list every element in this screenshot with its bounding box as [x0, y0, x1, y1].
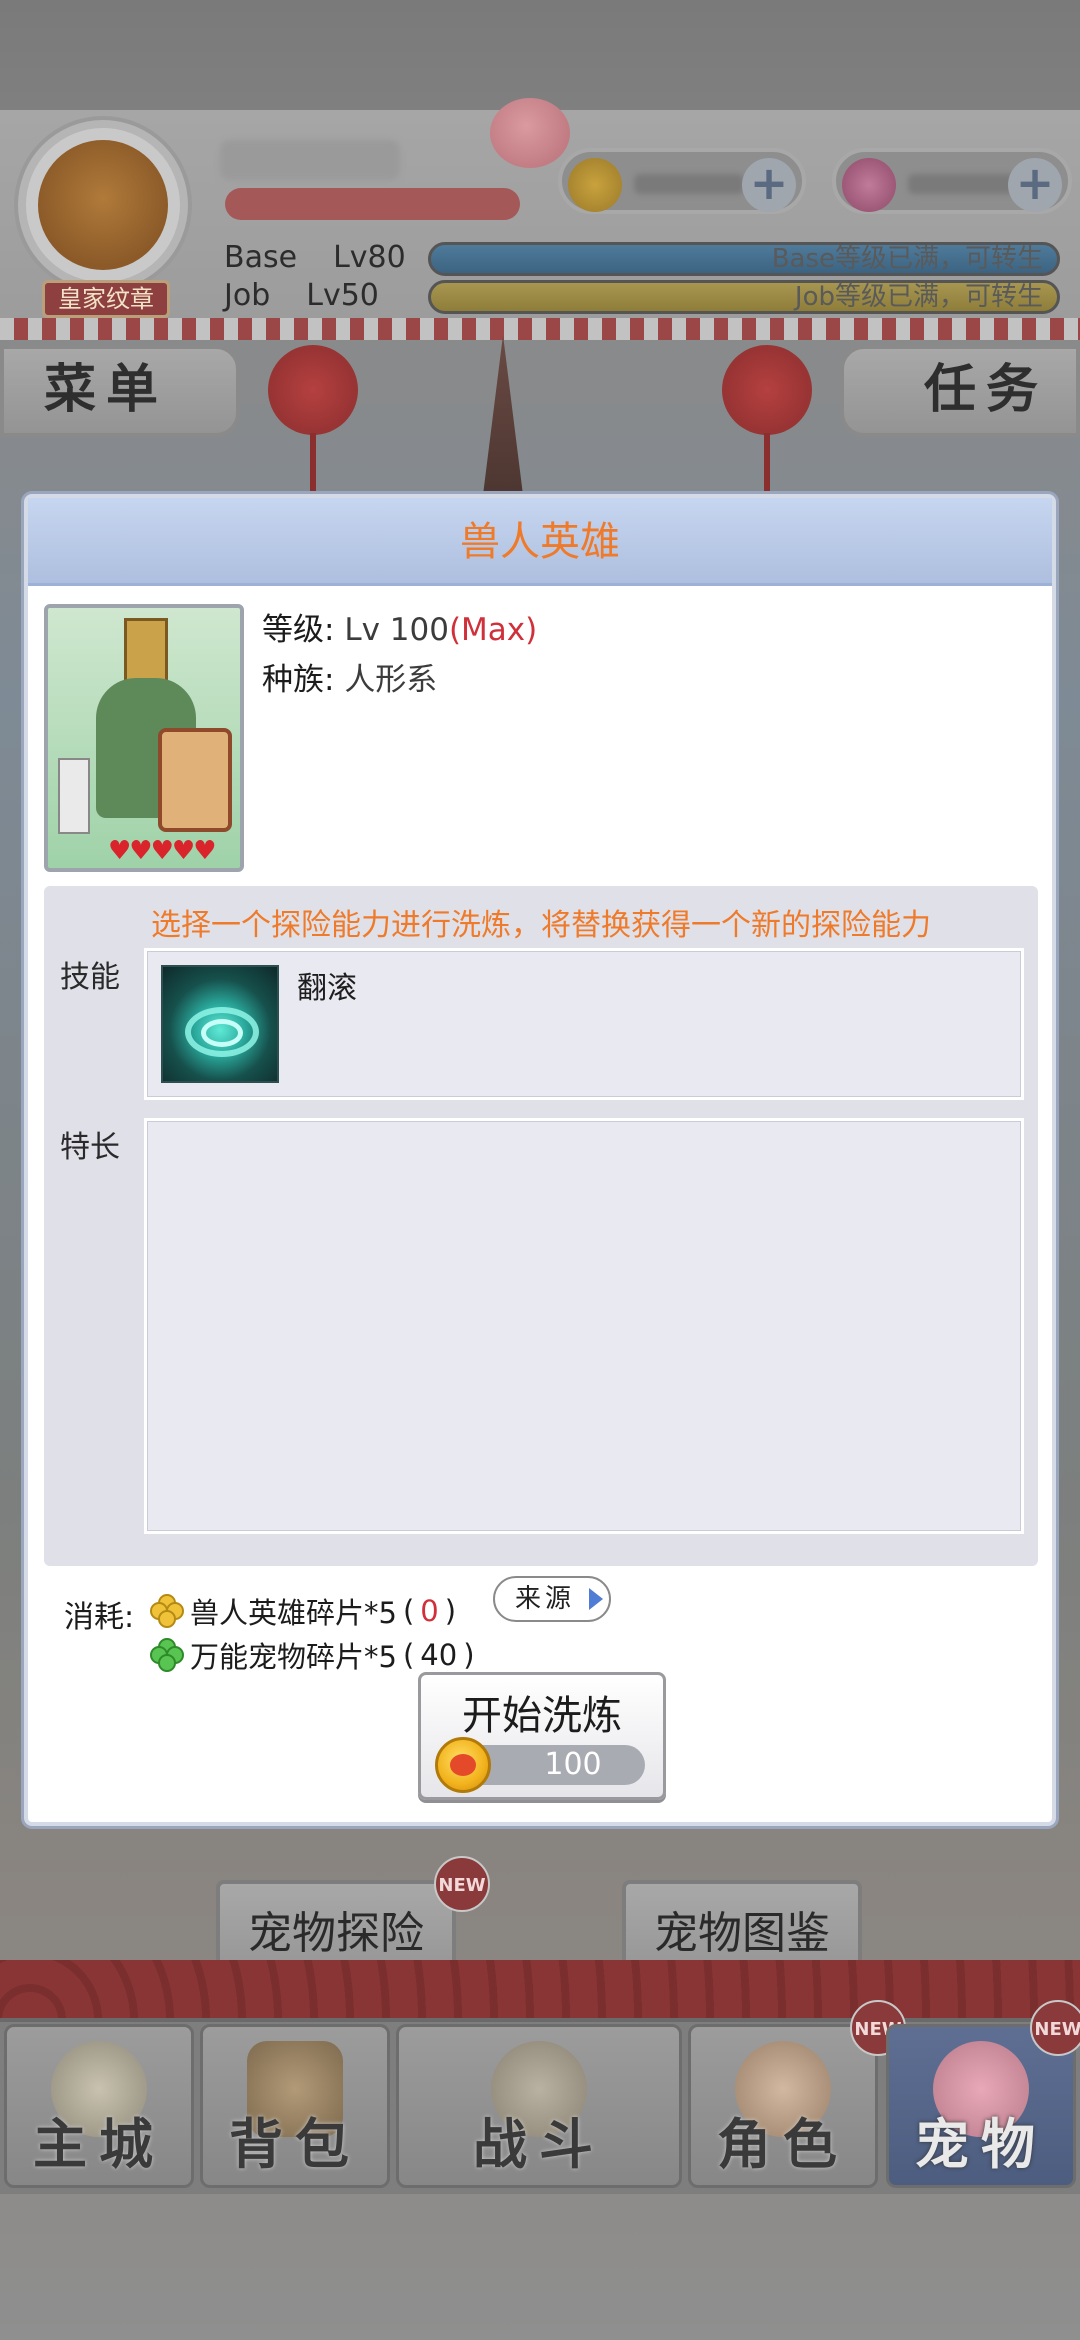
source-button-label: 来源: [515, 1584, 576, 1614]
base-exp-bar: Base等级已满，可转生: [428, 242, 1060, 276]
refine-cost: 100: [544, 1747, 602, 1782]
roll-skill-icon[interactable]: [161, 965, 279, 1083]
avatar: [38, 140, 168, 270]
level-label: 等级:: [262, 612, 335, 648]
base-level-row: Base Lv80: [224, 240, 406, 276]
level-max: (Max): [448, 612, 538, 648]
festive-lace-border: [0, 318, 1080, 340]
specialty-label: 特长: [60, 1130, 120, 1165]
cost-label: 消耗:: [64, 1600, 135, 1635]
skill-name: 翻滚: [297, 971, 357, 1006]
gem-icon: [842, 158, 896, 212]
skill-ring-inner: [201, 1019, 243, 1047]
cost-item-universal-fragment: 万能宠物碎片*5(40): [150, 1634, 475, 1676]
start-refine-button[interactable]: 开始洗炼 100: [418, 1672, 666, 1800]
gem-currency: +: [832, 148, 1072, 214]
nav-label: 宠物: [915, 2113, 1047, 2176]
cost-item-owned: 0: [420, 1594, 439, 1628]
nav-label: 角色: [717, 2113, 849, 2176]
pet-card[interactable]: ♥♥♥♥♥: [44, 604, 244, 872]
pet-head-icon: [490, 98, 570, 168]
base-label: Base: [224, 240, 298, 275]
nav-battle[interactable]: 战斗: [396, 2024, 682, 2188]
job-label: Job: [224, 278, 271, 313]
gem-amount-blurred: [908, 174, 1018, 194]
add-gem-plus-icon[interactable]: +: [1008, 158, 1062, 212]
gold-fragment-icon: [150, 1594, 184, 1628]
cost-item-owned: 40: [420, 1638, 458, 1672]
skill-slot[interactable]: 翻滚: [144, 948, 1024, 1100]
nav-label: 主城: [33, 2113, 165, 2176]
menu-tab[interactable]: 菜单: [0, 345, 240, 437]
job-level: Lv50: [306, 278, 379, 313]
cost-item-name: 万能宠物碎片*5: [190, 1640, 397, 1674]
new-badge: NEW: [1030, 2000, 1080, 2056]
cost-item-orc-fragment: 兽人英雄碎片*5(0): [150, 1590, 456, 1632]
festive-cloud-band: [0, 1960, 1080, 2020]
job-level-row: Job Lv50: [224, 278, 379, 314]
green-fragment-icon: [150, 1638, 184, 1672]
cost-item-name: 兽人英雄碎片*5: [190, 1596, 397, 1630]
source-button[interactable]: 来源: [493, 1576, 611, 1622]
refine-hint: 选择一个探险能力进行洗炼，将替换获得一个新的探险能力: [151, 908, 931, 943]
lantern-icon: [268, 345, 358, 493]
job-exp-bar: Job等级已满，可转生: [428, 280, 1060, 314]
zeny-currency: +: [558, 148, 806, 214]
race-label: 种族:: [262, 662, 335, 698]
refine-panel: 选择一个探险能力进行洗炼，将替换获得一个新的探险能力 技能 翻滚 特长: [44, 886, 1038, 1566]
hearts-icon: ♥♥♥♥♥: [108, 836, 217, 866]
zeny-coin-icon: [568, 158, 622, 212]
level-value: Lv 100: [344, 612, 449, 648]
level-info: 等级: Lv 100(Max): [262, 604, 537, 649]
nav-character[interactable]: 角色: [688, 2024, 878, 2188]
lantern-icon: [722, 345, 812, 493]
combat-power-bar: [225, 188, 520, 220]
pet-refine-dialog: 兽人英雄 ♥♥♥♥♥ 等级: Lv 100(Max) 种族: 人形系 选择一个探…: [24, 494, 1056, 1826]
nav-home[interactable]: 主城: [4, 2024, 194, 2188]
race-info: 种族: 人形系: [262, 654, 437, 699]
race-value: 人形系: [344, 662, 438, 698]
add-zeny-plus-icon[interactable]: +: [742, 158, 796, 212]
dialog-title: 兽人英雄: [28, 498, 1052, 586]
nav-label: 战斗: [473, 2113, 605, 2176]
royal-badge: 皇家纹章: [42, 280, 170, 318]
zeny-amount-blurred: [634, 174, 744, 194]
player-name-blurred: [220, 140, 400, 180]
sword-icon: [58, 758, 90, 834]
nav-backpack[interactable]: 背包: [200, 2024, 390, 2188]
tasks-tab[interactable]: 任务: [840, 345, 1080, 437]
start-refine-label: 开始洗炼: [462, 1693, 622, 1739]
specialty-slot[interactable]: [144, 1118, 1024, 1534]
shield-icon: [158, 728, 232, 832]
base-level: Lv80: [333, 240, 406, 275]
play-arrow-icon: [589, 1588, 603, 1610]
new-badge: NEW: [434, 1856, 490, 1912]
nav-label: 背包: [229, 2113, 361, 2176]
skill-label: 技能: [60, 960, 120, 995]
zeny-coin-icon: [435, 1737, 491, 1793]
